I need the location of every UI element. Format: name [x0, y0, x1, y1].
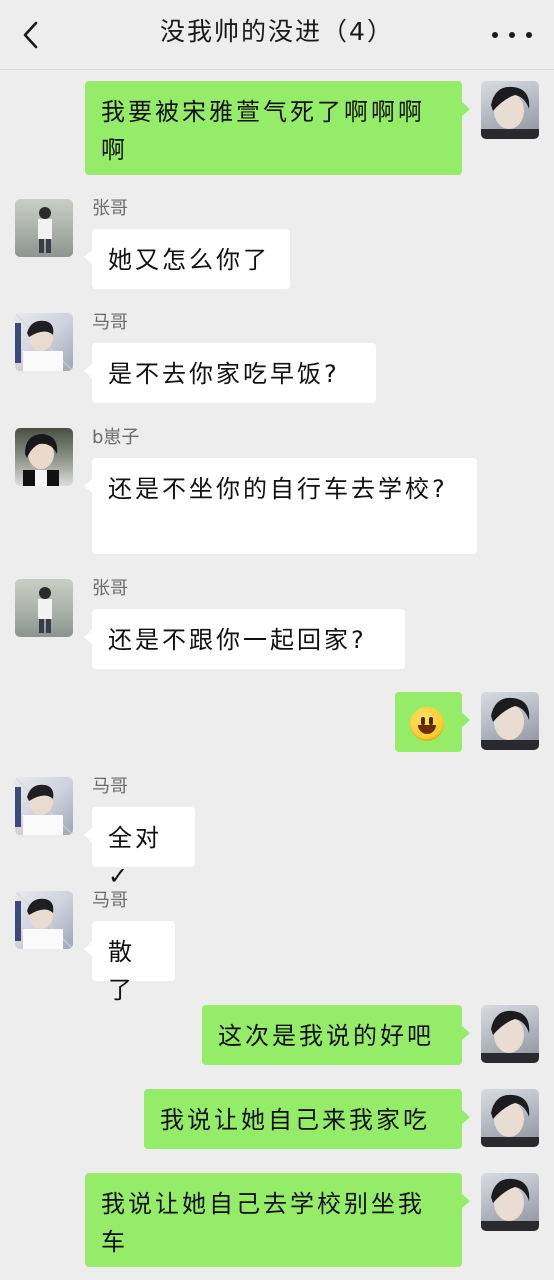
user-avatar-icon — [481, 1010, 539, 1063]
user-avatar-icon — [15, 777, 73, 835]
user-avatar-icon — [481, 1178, 539, 1231]
message-bubble[interactable]: 我要被宋雅萱气死了啊啊啊啊 — [85, 81, 470, 175]
message-bubble[interactable]: 这次是我说的好吧 — [202, 1005, 470, 1065]
emoji-eye — [421, 717, 425, 725]
emoji-eye — [429, 717, 433, 725]
avatar[interactable] — [481, 692, 539, 750]
avatar[interactable] — [481, 81, 539, 139]
grinning-face-emoji — [410, 707, 444, 741]
sender-name: 张哥 — [92, 198, 128, 219]
message-bubble[interactable]: 全对✓ — [84, 807, 195, 890]
message-bubble[interactable]: 我说让她自己来我家吃 — [144, 1089, 470, 1149]
user-avatar-icon — [481, 86, 539, 139]
message-bubble[interactable]: 她又怎么你了 — [84, 229, 290, 289]
message-bubble[interactable]: 我说让她自己去学校别坐我车 — [85, 1173, 470, 1267]
message-bubble[interactable]: 是不去你家吃早饭? — [84, 343, 376, 403]
sender-name: 马哥 — [92, 890, 128, 911]
more-dot — [526, 32, 532, 38]
user-avatar-icon — [481, 697, 539, 750]
user-avatar-icon — [38, 207, 52, 253]
avatar[interactable] — [481, 1005, 539, 1063]
avatar[interactable] — [481, 1089, 539, 1147]
message-bubble[interactable]: 还是不坐你的自行车去学校? — [84, 458, 477, 554]
message-bubble[interactable]: 散了 — [84, 921, 175, 1004]
avatar[interactable] — [15, 199, 73, 257]
message-bubble[interactable] — [395, 692, 470, 752]
emoji-mouth — [418, 725, 436, 734]
user-avatar-icon — [38, 587, 52, 633]
chat-title: 没我帅的没进（4） — [160, 17, 394, 46]
user-avatar-icon — [15, 313, 73, 371]
message-bubble[interactable]: 还是不跟你一起回家? — [84, 609, 405, 669]
sender-name: 张哥 — [92, 578, 128, 599]
avatar[interactable] — [15, 891, 73, 949]
avatar[interactable] — [481, 1173, 539, 1231]
more-options-button[interactable] — [492, 20, 532, 50]
more-dots-icon — [492, 32, 498, 38]
user-avatar-icon — [481, 1094, 539, 1147]
avatar[interactable] — [15, 777, 73, 835]
user-avatar-icon — [23, 434, 59, 486]
chat-header: 没我帅的没进（4） — [0, 0, 554, 70]
avatar[interactable] — [15, 579, 73, 637]
sender-name: 马哥 — [92, 776, 128, 797]
sender-name: 马哥 — [92, 312, 128, 333]
sender-name: b崽子 — [92, 427, 140, 448]
more-dot — [509, 32, 515, 38]
avatar[interactable] — [15, 428, 73, 486]
user-avatar-icon — [15, 891, 73, 949]
avatar[interactable] — [15, 313, 73, 371]
